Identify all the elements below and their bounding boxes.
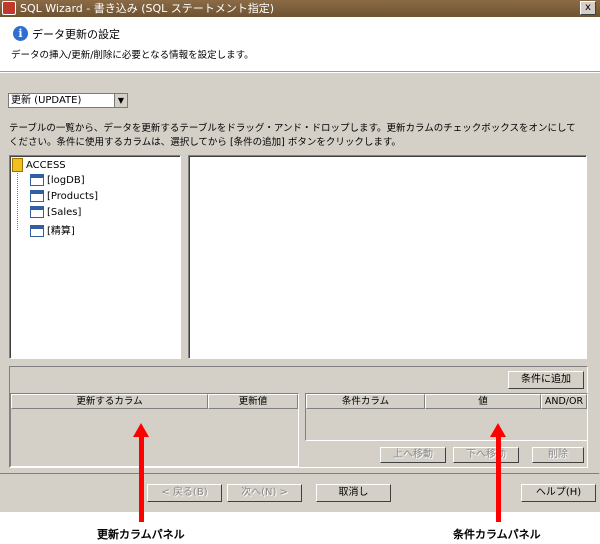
tree-item-label: [logDB] (47, 175, 85, 186)
instruction-line-1: テーブルの一覧から、データを更新するテーブルをドラッグ・アンド・ドロップします。… (9, 123, 576, 134)
tree-item-seisan[interactable]: [精算] (30, 222, 75, 237)
table-icon (30, 225, 44, 237)
table-icon (30, 174, 44, 186)
move-up-button[interactable]: 上へ移動 (380, 447, 446, 463)
left-arrow-shaft (139, 436, 144, 522)
window-title: SQL Wizard - 書き込み (SQL ステートメント指定) (20, 2, 275, 15)
instruction-line-2: ください。条件に使用するカラムは、選択してから [条件の追加] ボタンをクリック… (9, 137, 401, 148)
tree-item-sales[interactable]: [Sales] (30, 206, 81, 218)
tree-item-products[interactable]: [Products] (30, 190, 98, 202)
window-title-bar: SQL Wizard - 書き込み (SQL ステートメント指定) x (0, 0, 600, 17)
update-value-header[interactable]: 更新値 (208, 394, 298, 409)
page-description: データの挿入/更新/削除に必要となる情報を設定します。 (11, 50, 254, 61)
update-panel-caption: 更新カラムパネル (97, 528, 185, 541)
tree-item-label: [Products] (47, 191, 98, 202)
operation-select[interactable]: 更新 (UPDATE) ▼ (8, 93, 128, 108)
page-title: データ更新の設定 (32, 28, 120, 41)
next-button[interactable]: 次へ(N) > (227, 484, 302, 502)
move-down-button[interactable]: 下へ移動 (453, 447, 519, 463)
chevron-down-icon[interactable]: ▼ (114, 94, 127, 107)
tree-root-access[interactable]: ACCESS (12, 158, 66, 172)
info-icon: i (13, 26, 28, 41)
operation-select-value: 更新 (UPDATE) (11, 95, 82, 106)
table-icon (30, 190, 44, 202)
help-button[interactable]: ヘルプ(H) (521, 484, 596, 502)
table-icon (30, 206, 44, 218)
condition-column-header[interactable]: 条件カラム (306, 394, 425, 409)
tree-connector (17, 170, 18, 230)
right-arrow-head (490, 423, 506, 437)
tree-item-logdb[interactable]: [logDB] (30, 174, 85, 186)
condition-value-header[interactable]: 値 (425, 394, 541, 409)
tree-item-label: [Sales] (47, 207, 82, 218)
app-icon (2, 1, 16, 15)
left-arrow-head (133, 423, 149, 437)
condition-panel-caption: 条件カラムパネル (453, 528, 541, 541)
close-button[interactable]: x (580, 1, 596, 15)
tree-root-label: ACCESS (26, 160, 66, 171)
design-canvas[interactable] (188, 155, 587, 359)
back-button[interactable]: < 戻る(B) (147, 484, 222, 502)
add-condition-button[interactable]: 条件に追加 (508, 371, 584, 389)
andor-header[interactable]: AND/OR (541, 394, 587, 409)
database-icon (12, 158, 23, 172)
right-arrow-shaft (496, 436, 501, 522)
tree-item-label: [精算] (47, 226, 75, 237)
cancel-button[interactable]: 取消し (316, 484, 391, 502)
update-column-header[interactable]: 更新するカラム (11, 394, 208, 409)
delete-button[interactable]: 削除 (532, 447, 584, 463)
